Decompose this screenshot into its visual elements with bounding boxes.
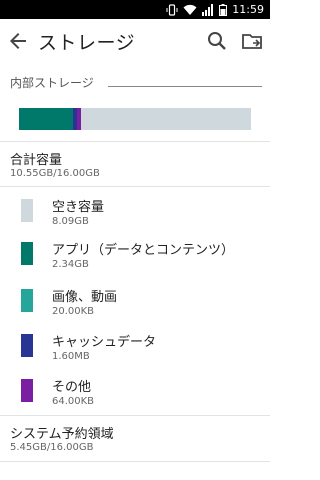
divider bbox=[0, 186, 270, 187]
status-time: 11:59 bbox=[232, 3, 264, 16]
vibrate-icon bbox=[166, 3, 178, 16]
item-size: 2.34GB bbox=[52, 259, 89, 270]
divider bbox=[0, 415, 270, 416]
app-bar: ストレージ bbox=[0, 19, 270, 63]
divider bbox=[0, 461, 270, 462]
signal-icon bbox=[202, 3, 214, 16]
item-size: 64.00KB bbox=[52, 396, 95, 407]
item-label: 空き容量 bbox=[52, 200, 105, 215]
free-space-swatch bbox=[21, 199, 33, 222]
usage-segment-app bbox=[19, 108, 73, 130]
total-capacity-value: 10.55GB/16.00GB bbox=[10, 168, 100, 179]
list-item-cache[interactable]: キャッシュデータ 1.60MB bbox=[0, 331, 270, 375]
wifi-icon bbox=[183, 4, 197, 16]
divider bbox=[0, 141, 270, 142]
battery-icon bbox=[219, 3, 228, 16]
item-size: 20.00KB bbox=[52, 306, 95, 317]
total-capacity-title: 合計容量 bbox=[10, 153, 63, 168]
list-item-apps[interactable]: アプリ（データとコンテンツ） 2.34GB bbox=[0, 239, 270, 283]
system-reserved-value: 5.45GB/16.00GB bbox=[10, 442, 94, 453]
usage-segment-other bbox=[76, 108, 82, 130]
item-label: キャッシュデータ bbox=[52, 335, 157, 350]
section-divider bbox=[108, 86, 262, 87]
images-videos-swatch bbox=[21, 289, 33, 312]
list-item-images-videos[interactable]: 画像、動画 20.00KB bbox=[0, 286, 270, 330]
cache-swatch bbox=[21, 334, 33, 357]
search-icon[interactable] bbox=[205, 29, 229, 53]
back-arrow-icon[interactable] bbox=[6, 29, 30, 53]
apps-swatch bbox=[21, 242, 33, 265]
page-title: ストレージ bbox=[38, 32, 136, 54]
file-manager-icon[interactable] bbox=[240, 29, 264, 53]
internal-storage-label: 内部ストレージ bbox=[10, 76, 94, 90]
list-item-free-space[interactable]: 空き容量 8.09GB bbox=[0, 196, 270, 240]
item-label: その他 bbox=[52, 380, 92, 395]
list-item-other[interactable]: その他 64.00KB bbox=[0, 376, 270, 420]
other-swatch bbox=[21, 379, 33, 402]
system-reserved-title: システム予約領域 bbox=[10, 427, 114, 442]
storage-usage-bar bbox=[19, 108, 251, 130]
item-label: アプリ（データとコンテンツ） bbox=[52, 243, 235, 258]
item-label: 画像、動画 bbox=[52, 290, 118, 305]
item-size: 1.60MB bbox=[52, 351, 90, 362]
status-bar: 11:59 bbox=[0, 0, 270, 19]
item-size: 8.09GB bbox=[52, 216, 89, 227]
